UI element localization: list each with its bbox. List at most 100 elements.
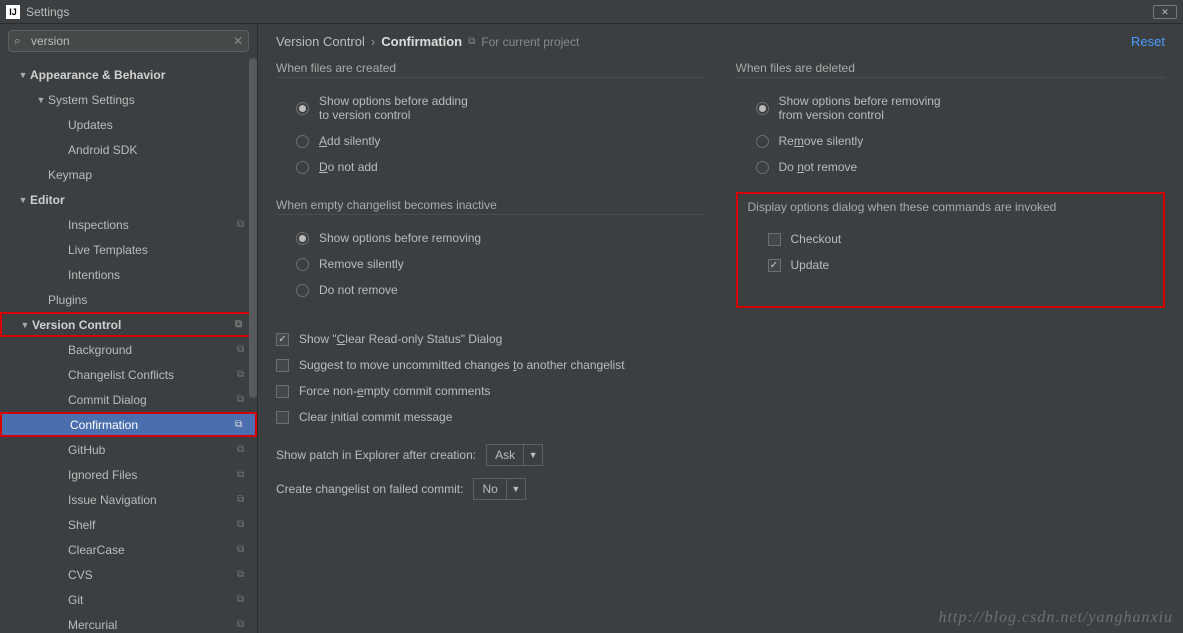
sidebar-item-live-templates[interactable]: Live Templates (0, 237, 257, 262)
radio-option[interactable]: Do not remove (276, 277, 706, 303)
sidebar-item-inspections[interactable]: Inspections⧉ (0, 212, 257, 237)
radio-icon (756, 102, 769, 115)
watermark: http://blog.csdn.net/yanghanxiu (938, 609, 1173, 627)
settings-sidebar: ⌕ ✕ ▼Appearance & Behavior▼System Settin… (0, 24, 258, 633)
sidebar-item-plugins[interactable]: Plugins (0, 287, 257, 312)
group-display-title: Display options dialog when these comman… (748, 200, 1154, 216)
sidebar-item-label: Git (68, 593, 237, 607)
sidebar-item-label: Appearance & Behavior (30, 68, 249, 82)
chevron-down-icon: ▼ (507, 484, 525, 494)
sidebar-item-github[interactable]: GitHub⧉ (0, 437, 257, 462)
sidebar-item-label: Keymap (48, 168, 249, 182)
sidebar-item-appearance-behavior[interactable]: ▼Appearance & Behavior (0, 62, 257, 87)
sidebar-item-mercurial[interactable]: Mercurial⧉ (0, 612, 257, 633)
group-deleted-title: When files are deleted (736, 61, 1166, 78)
sidebar-item-changelist-conflicts[interactable]: Changelist Conflicts⧉ (0, 362, 257, 387)
checkbox-label: Checkout (791, 232, 842, 246)
combo-patch[interactable]: Ask ▼ (486, 444, 543, 466)
sidebar-item-label: Commit Dialog (68, 393, 237, 407)
radio-icon (296, 232, 309, 245)
radio-option[interactable]: Do not add (276, 154, 706, 180)
sidebar-item-ignored-files[interactable]: Ignored Files⧉ (0, 462, 257, 487)
project-scope-icon: ⧉ (237, 544, 249, 556)
radio-option[interactable]: Remove silently (276, 251, 706, 277)
settings-tree: ▼Appearance & Behavior▼System SettingsUp… (0, 58, 257, 633)
project-scope-icon: ⧉ (468, 36, 475, 47)
checkbox-icon (768, 233, 781, 246)
sidebar-item-label: Android SDK (68, 143, 249, 157)
checkbox-option[interactable]: Suggest to move uncommitted changes to a… (276, 352, 1165, 378)
sidebar-item-label: GitHub (68, 443, 237, 457)
checkbox-option[interactable]: Force non-empty commit comments (276, 378, 1165, 404)
radio-icon (756, 135, 769, 148)
radio-option[interactable]: Show options before addingto version con… (276, 88, 706, 128)
combo-patch-label: Show patch in Explorer after creation: (276, 448, 476, 462)
sidebar-item-intentions[interactable]: Intentions (0, 262, 257, 287)
sidebar-item-version-control[interactable]: ▼Version Control⧉ (0, 312, 257, 337)
search-icon: ⌕ (14, 34, 21, 49)
sidebar-item-commit-dialog[interactable]: Commit Dialog⧉ (0, 387, 257, 412)
sidebar-item-editor[interactable]: ▼Editor (0, 187, 257, 212)
radio-option[interactable]: Add silently (276, 128, 706, 154)
sidebar-item-label: Live Templates (68, 243, 249, 257)
checkbox-option[interactable]: Update (748, 252, 1154, 278)
sidebar-scrollbar[interactable] (249, 58, 257, 633)
project-scope-icon: ⧉ (237, 619, 249, 631)
checkbox-icon (768, 259, 781, 272)
radio-option[interactable]: Show options before removingfrom version… (736, 88, 1166, 128)
radio-label: Do not remove (319, 283, 398, 297)
sidebar-item-label: Background (68, 343, 237, 357)
group-display-highlight: Display options dialog when these comman… (736, 192, 1166, 308)
checkbox-option[interactable]: Clear initial commit message (276, 404, 1165, 430)
expand-arrow-icon: ▼ (20, 320, 30, 330)
sidebar-item-clearcase[interactable]: ClearCase⧉ (0, 537, 257, 562)
close-icon[interactable]: ✕ (1153, 5, 1177, 19)
sidebar-item-updates[interactable]: Updates (0, 112, 257, 137)
sidebar-item-label: Changelist Conflicts (68, 368, 237, 382)
radio-option[interactable]: Remove silently (736, 128, 1166, 154)
radio-icon (296, 161, 309, 174)
project-scope-icon: ⧉ (235, 419, 247, 431)
radio-icon (296, 284, 309, 297)
combo-failed[interactable]: No ▼ (473, 478, 525, 500)
radio-label: Remove silently (319, 257, 404, 271)
sidebar-item-label: Editor (30, 193, 249, 207)
project-scope-icon: ⧉ (237, 519, 249, 531)
radio-option[interactable]: Do not remove (736, 154, 1166, 180)
checkbox-icon (276, 411, 289, 424)
checkbox-icon (276, 385, 289, 398)
checkbox-option[interactable]: Checkout (748, 226, 1154, 252)
sidebar-item-background[interactable]: Background⧉ (0, 337, 257, 362)
sidebar-item-system-settings[interactable]: ▼System Settings (0, 87, 257, 112)
sidebar-item-git[interactable]: Git⧉ (0, 587, 257, 612)
sidebar-item-label: Shelf (68, 518, 237, 532)
clear-search-icon[interactable]: ✕ (233, 34, 243, 48)
sidebar-item-label: Inspections (68, 218, 237, 232)
chevron-down-icon: ▼ (524, 450, 542, 460)
sidebar-item-issue-navigation[interactable]: Issue Navigation⧉ (0, 487, 257, 512)
sidebar-item-confirmation[interactable]: Confirmation⧉ (0, 412, 257, 437)
combo-patch-value: Ask (487, 445, 524, 465)
sidebar-item-android-sdk[interactable]: Android SDK (0, 137, 257, 162)
sidebar-item-cvs[interactable]: CVS⧉ (0, 562, 257, 587)
sidebar-item-shelf[interactable]: Shelf⧉ (0, 512, 257, 537)
project-scope-label: For current project (481, 35, 579, 49)
checkbox-label: Suggest to move uncommitted changes to a… (299, 358, 625, 372)
sidebar-item-label: CVS (68, 568, 237, 582)
radio-label: Remove silently (779, 134, 864, 148)
radio-option[interactable]: Show options before removing (276, 225, 706, 251)
reset-link[interactable]: Reset (1131, 34, 1165, 49)
project-scope-icon: ⧉ (237, 394, 249, 406)
search-input[interactable] (8, 30, 249, 52)
radio-icon (296, 135, 309, 148)
checkbox-option[interactable]: Show "Clear Read-only Status" Dialog (276, 326, 1165, 352)
radio-label: Do not add (319, 160, 378, 174)
sidebar-item-label: Plugins (48, 293, 249, 307)
settings-content: Version Control › Confirmation ⧉ For cur… (258, 24, 1183, 633)
sidebar-item-keymap[interactable]: Keymap (0, 162, 257, 187)
radio-icon (296, 102, 309, 115)
expand-arrow-icon: ▼ (18, 195, 28, 205)
breadcrumb-parent[interactable]: Version Control (276, 34, 365, 49)
sidebar-item-label: Issue Navigation (68, 493, 237, 507)
combo-failed-value: No (474, 479, 506, 499)
